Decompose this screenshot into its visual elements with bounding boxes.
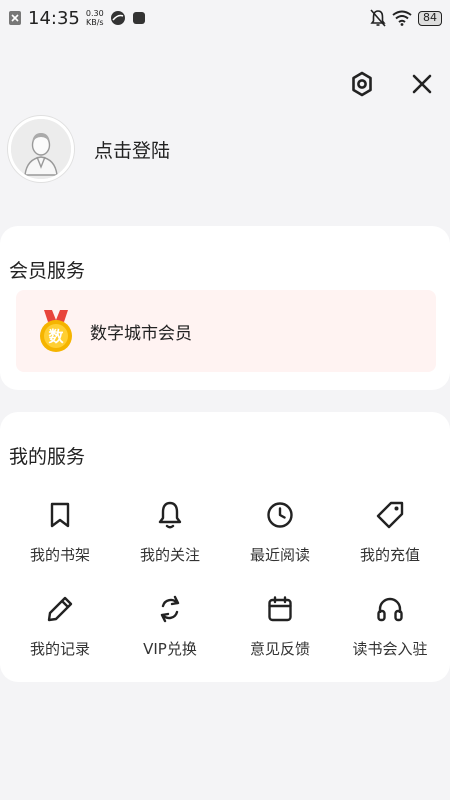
network-speed: 0.30 KB/s [86,9,104,27]
status-bar: 14:35 0.30 KB/s 84 [0,0,450,36]
service-bookshelf[interactable]: 我的书架 [5,500,115,576]
wifi-icon [392,10,412,26]
service-label: VIP兑换 [143,640,197,658]
refresh-icon [155,594,185,624]
user-avatar-icon [11,119,71,179]
bell-muted-icon [370,9,386,27]
service-label: 意见反馈 [249,640,310,658]
app-notification-icon [110,11,125,25]
login-prompt[interactable]: 点击登陆 [94,136,170,163]
tag-icon [375,500,405,530]
service-recharge[interactable]: 我的充值 [335,500,445,576]
bell-icon [155,500,185,530]
medal-char: 数 [48,328,64,346]
network-speed-value: 0.30 [85,9,104,18]
clock-icon [265,500,295,530]
service-label: 读书会入驻 [352,640,428,658]
status-bar-left: 14:35 0.30 KB/s [8,8,146,29]
my-services-title: 我的服务 [9,446,86,468]
headphones-icon [375,594,405,624]
settings-button[interactable] [344,66,380,102]
gear-icon [352,71,372,97]
close-button[interactable] [404,66,440,102]
service-following[interactable]: 我的关注 [115,500,225,576]
digital-city-membership-item[interactable]: 数 数字城市会员 [16,290,436,372]
close-icon [412,74,432,94]
service-recent-reading[interactable]: 最近阅读 [225,500,335,576]
service-label: 我的关注 [139,546,200,564]
member-services-title: 会员服务 [9,260,86,282]
member-item-label: 数字城市会员 [90,323,192,344]
medal-icon: 数 [40,310,72,352]
service-label: 我的充值 [359,546,420,564]
service-label: 最近阅读 [249,546,310,564]
profile-login-area[interactable]: 点击登陆 [8,116,170,182]
bookmark-icon [45,500,75,530]
service-label: 我的书架 [29,546,90,564]
header-actions [344,66,440,102]
calendar-icon [265,594,295,624]
app-notification-icon-2 [132,12,145,24]
battery-indicator: 84 [418,10,442,26]
status-time: 14:35 [28,7,80,29]
my-services-card: 我的服务 我的书架 我的关注 最近阅读 我的充值 我的记录 VIP兑换 意见反馈… [0,412,450,682]
service-feedback[interactable]: 意见反馈 [225,594,335,670]
service-vip-exchange[interactable]: VIP兑换 [115,594,225,670]
pencil-icon [45,594,75,624]
member-services-card: 会员服务 数 数字城市会员 [0,226,450,390]
avatar[interactable] [8,116,74,182]
service-records[interactable]: 我的记录 [5,594,115,670]
notification-icon [9,11,21,25]
services-grid: 我的书架 我的关注 最近阅读 我的充值 我的记录 VIP兑换 意见反馈 读书会入… [5,500,445,670]
service-book-club-join[interactable]: 读书会入驻 [335,594,445,670]
service-label: 我的记录 [29,640,90,658]
network-speed-unit: KB/s [85,18,104,27]
status-bar-right: 84 [370,9,442,27]
